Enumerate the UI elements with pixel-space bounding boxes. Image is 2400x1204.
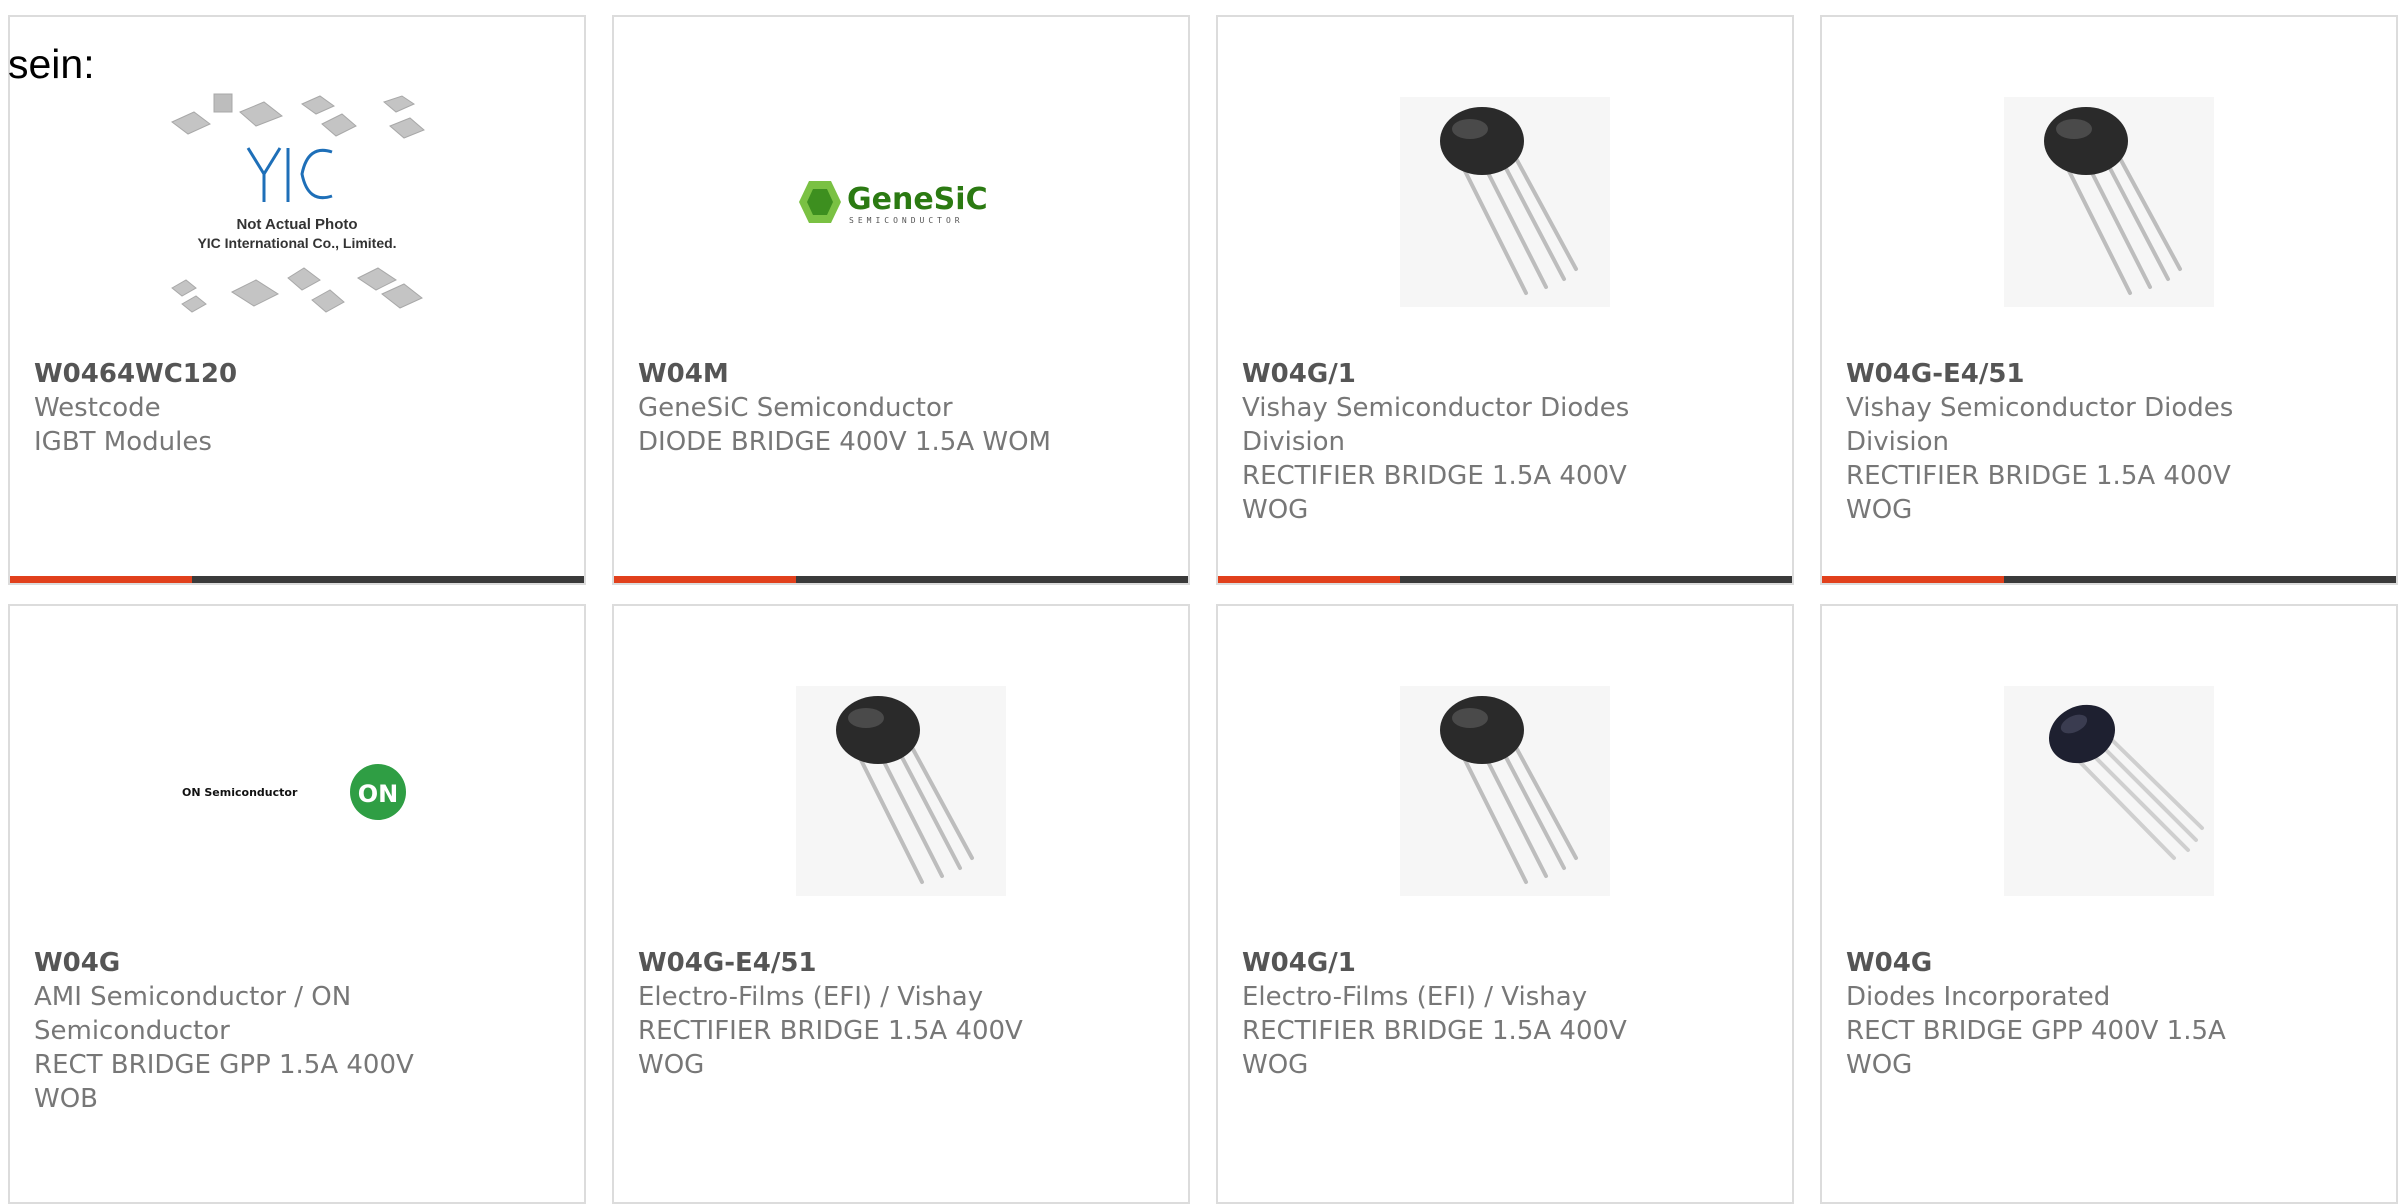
svg-text:SEMICONDUCTOR: SEMICONDUCTOR [849,216,964,225]
part-number[interactable]: W04G [1846,946,2266,980]
part-number[interactable]: W0464WC120 [34,357,454,391]
yic-logo-icon [246,147,333,202]
product-image[interactable] [1218,47,1792,357]
part-number[interactable]: W04G-E4/51 [1846,357,2266,391]
product-image-placeholder[interactable]: Not Actual Photo YIC International Co., … [10,47,584,357]
bridge-rectifier-icon [1400,686,1610,896]
intro-text: sein: [8,41,95,87]
manufacturer: GeneSiC Semiconductor [638,393,953,423]
product-info: W04G-E4/51 Vishay Semiconductor Diodes D… [1846,357,2266,527]
part-number[interactable]: W04G/1 [1242,946,1662,980]
product-card[interactable]: ON Semiconductor ON W04G AMI Semiconduct… [8,604,586,1204]
card-accent [1822,576,2004,583]
svg-text:Not Actual Photo: Not Actual Photo [236,216,357,233]
card-bottom-bar [614,576,1188,583]
card-bottom-bar [1218,576,1792,583]
part-number[interactable]: W04G/1 [1242,357,1662,391]
product-info: W04M GeneSiC Semiconductor DIODE BRIDGE … [638,357,1058,459]
part-number[interactable]: W04G-E4/51 [638,946,1058,980]
product-image[interactable] [1218,636,1792,946]
description: RECTIFIER BRIDGE 1.5A 400V WOG [1242,1016,1627,1080]
bridge-rectifier-icon [2004,686,2214,896]
svg-text:ON Semiconductor: ON Semiconductor [182,786,298,799]
product-image[interactable]: ON Semiconductor ON [10,636,584,946]
description: RECTIFIER BRIDGE 1.5A 400V WOG [638,1016,1023,1080]
bridge-rectifier-icon [796,686,1006,896]
product-image[interactable]: GeneSiC SEMICONDUCTOR [614,47,1188,357]
product-card[interactable]: GeneSiC SEMICONDUCTOR W04M GeneSiC Semic… [612,15,1190,585]
card-accent [1218,576,1400,583]
product-image[interactable] [1822,47,2396,357]
on-semiconductor-logo-icon: ON Semiconductor ON [182,764,406,820]
product-info: W04G/1 Electro-Films (EFI) / Vishay RECT… [1242,946,1662,1082]
manufacturer: Vishay Semiconductor Diodes Division [1846,393,2234,457]
svg-text:GeneSiC: GeneSiC [847,182,988,217]
part-number[interactable]: W04M [638,357,1058,391]
description: RECTIFIER BRIDGE 1.5A 400V WOG [1242,461,1627,525]
product-info: W04G-E4/51 Electro-Films (EFI) / Vishay … [638,946,1058,1082]
description: IGBT Modules [34,427,212,457]
product-grid: Not Actual Photo YIC International Co., … [0,0,2400,1204]
product-card[interactable]: W04G-E4/51 Vishay Semiconductor Diodes D… [1820,15,2398,585]
card-bottom-bar [1822,576,2396,583]
manufacturer: Vishay Semiconductor Diodes Division [1242,393,1630,457]
description: RECT BRIDGE GPP 400V 1.5A WOG [1846,1016,2226,1080]
product-info: W04G AMI Semiconductor / ON Semiconducto… [34,946,454,1116]
part-number[interactable]: W04G [34,946,454,980]
product-image[interactable] [1822,636,2396,946]
chip-collage-icon: Not Actual Photo YIC International Co., … [171,93,425,313]
description: RECTIFIER BRIDGE 1.5A 400V WOG [1846,461,2231,525]
product-card[interactable]: W04G/1 Vishay Semiconductor Diodes Divis… [1216,15,1794,585]
svg-text:ON: ON [358,780,399,808]
card-bottom-bar [10,576,584,583]
product-card[interactable]: W04G/1 Electro-Films (EFI) / Vishay RECT… [1216,604,1794,1204]
description: DIODE BRIDGE 400V 1.5A WOM [638,427,1051,457]
card-accent [10,576,192,583]
manufacturer: Westcode [34,393,161,423]
product-card[interactable]: W04G-E4/51 Electro-Films (EFI) / Vishay … [612,604,1190,1204]
bridge-rectifier-icon [1400,97,1610,307]
product-info: W04G/1 Vishay Semiconductor Diodes Divis… [1242,357,1662,527]
description: RECT BRIDGE GPP 1.5A 400V WOB [34,1050,414,1114]
product-info: W0464WC120 Westcode IGBT Modules [34,357,454,459]
manufacturer: Electro-Films (EFI) / Vishay [638,982,984,1012]
genesic-logo-icon: GeneSiC SEMICONDUCTOR [799,181,988,225]
svg-text:YIC International Co., Limited: YIC International Co., Limited. [197,235,396,251]
bridge-rectifier-icon [2004,97,2214,307]
product-image[interactable] [614,636,1188,946]
manufacturer: AMI Semiconductor / ON Semiconductor [34,982,352,1046]
product-card[interactable]: W04G Diodes Incorporated RECT BRIDGE GPP… [1820,604,2398,1204]
card-accent [614,576,796,583]
product-info: W04G Diodes Incorporated RECT BRIDGE GPP… [1846,946,2266,1082]
manufacturer: Electro-Films (EFI) / Vishay [1242,982,1588,1012]
product-card[interactable]: Not Actual Photo YIC International Co., … [8,15,586,585]
manufacturer: Diodes Incorporated [1846,982,2111,1012]
